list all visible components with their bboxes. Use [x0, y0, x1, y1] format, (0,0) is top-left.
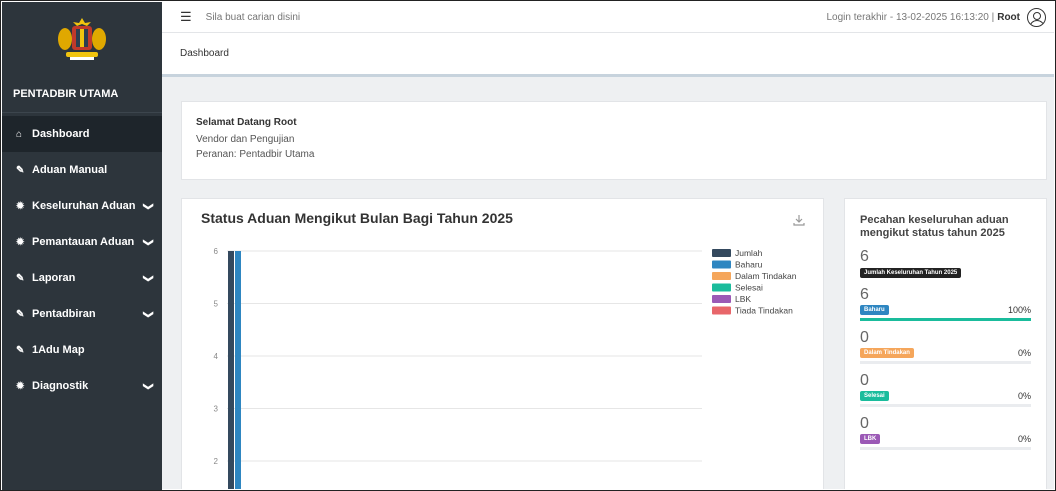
user-icon[interactable]	[1027, 7, 1046, 27]
progress-bar	[860, 447, 1031, 450]
legend-swatch	[712, 295, 731, 303]
sidebar: PENTADBIR UTAMA ⌂ Dashboard ✎ Aduan Manual ✹…	[2, 2, 162, 490]
sidebar-item-keseluruhan-aduan[interactable]: ✹ Keseluruhan Aduan ❯	[2, 188, 162, 224]
status-percent: 0%	[1017, 434, 1031, 444]
status-breakdown-title: Pecahan keseluruhan aduan mengikut statu…	[860, 214, 1009, 239]
top-bar: ☰ Login terakhir - 13-02-2025 16:13:20 |…	[162, 2, 1054, 33]
status-percent: 0%	[1017, 391, 1031, 401]
sidebar-item-label: Pemantauan Aduan	[32, 236, 135, 248]
status-count: 0	[860, 372, 869, 389]
legend-label: LBK	[735, 294, 751, 304]
sidebar-item-label: Laporan	[32, 272, 76, 284]
progress-bar	[860, 318, 1031, 321]
status-item: 6 Baharu 100%	[860, 287, 1046, 321]
legend-swatch	[712, 249, 731, 257]
chevron-down-icon[interactable]: ❯	[142, 382, 153, 390]
sidebar-item-pentadbiran[interactable]: ✎ Pentadbiran ❯	[2, 296, 162, 332]
sidebar-item-label: Keseluruhan Aduan	[32, 200, 136, 212]
gear-icon: ✹	[16, 200, 25, 212]
sidebar-item-dashboard[interactable]: ⌂ Dashboard	[2, 116, 162, 152]
app-window: PENTADBIR UTAMA ⌂ Dashboard ✎ Aduan Manual ✹…	[0, 0, 1056, 491]
edit-icon: ✎	[16, 272, 25, 284]
legend-swatch	[712, 283, 731, 292]
sidebar-item-label: Aduan Manual	[32, 164, 108, 176]
legend-swatch	[712, 306, 731, 315]
welcome-card: Selamat Datang Root Vendor dan Pengujian…	[181, 101, 1047, 180]
legend-label: Baharu	[735, 260, 763, 270]
legend-label: Dalam Tindakan	[735, 271, 797, 281]
last-login-text: Login terakhir - 13-02-2025 16:13:20 |	[826, 11, 995, 23]
chevron-down-icon[interactable]: ❯	[142, 310, 153, 318]
status-percent: 100%	[1007, 305, 1031, 315]
breadcrumb: Dashboard	[162, 33, 1054, 77]
coat-of-arms-logo	[58, 17, 106, 60]
status-badge: Selesai	[860, 391, 889, 401]
progress-fill	[860, 318, 1031, 321]
welcome-org: Vendor dan Pengujian	[196, 134, 295, 145]
status-breakdown-card: Pecahan keseluruhan aduan mengikut statu…	[844, 198, 1047, 489]
sidebar-item-laporan[interactable]: ✎ Laporan ❯	[2, 260, 162, 296]
y-tick-label: 2	[214, 457, 219, 466]
status-badge: Baharu	[860, 305, 889, 315]
sidebar-item-label: Dashboard	[32, 128, 90, 140]
y-tick-label: 6	[214, 247, 219, 256]
sidebar-item-label: Pentadbiran	[32, 308, 96, 320]
total-badge: Jumlah Keseluruhan Tahun 2025	[860, 268, 962, 278]
main-content: ☰ Login terakhir - 13-02-2025 16:13:20 |…	[162, 2, 1054, 489]
edit-icon: ✎	[16, 164, 25, 176]
welcome-title: Selamat Datang Root	[196, 117, 297, 128]
menu-toggle-icon[interactable]: ☰	[180, 9, 192, 25]
status-count: 0	[860, 415, 869, 432]
legend-swatch	[712, 272, 731, 280]
username: Root	[997, 11, 1020, 23]
welcome-role: Peranan: Pentadbir Utama	[196, 149, 315, 160]
y-tick-label: 3	[214, 405, 219, 414]
chevron-down-icon[interactable]: ❯	[142, 238, 153, 246]
sidebar-item-pemantauan-aduan[interactable]: ✹ Pemantauan Aduan ❯	[2, 224, 162, 260]
edit-icon: ✎	[16, 344, 25, 356]
gear-icon: ✹	[16, 380, 25, 392]
legend-label: Tiada Tindakan	[735, 306, 793, 316]
bar-chart: 2 3 4 5 6 Jumlah BaharuDalam Tindakan SelesaiLB…	[214, 247, 797, 489]
chevron-down-icon[interactable]: ❯	[142, 274, 153, 282]
status-count: 6	[860, 286, 869, 303]
role-label: PENTADBIR UTAMA	[2, 75, 162, 113]
chevron-down-icon[interactable]: ❯	[142, 202, 153, 210]
login-info: Login terakhir - 13-02-2025 16:13:20 | R…	[826, 7, 1046, 27]
status-item: 0 Selesai 0%	[860, 373, 1046, 407]
logo	[2, 2, 162, 75]
status-count: 0	[860, 329, 869, 346]
status-badge: LBK	[860, 434, 881, 444]
total-value: 6	[860, 248, 869, 265]
sidebar-item-aduan-manual[interactable]: ✎ Aduan Manual	[2, 152, 162, 188]
bar-jumlah	[228, 251, 234, 489]
y-tick-label: 4	[214, 352, 219, 361]
breadcrumb-item[interactable]: Dashboard	[180, 48, 229, 59]
y-tick-label: 5	[214, 300, 219, 309]
gear-icon: ✹	[16, 236, 25, 248]
chart-card: Status Aduan Mengikut Bulan Bagi Tahun 2…	[181, 198, 824, 489]
sidebar-item-diagnostik[interactable]: ✹ Diagnostik ❯	[2, 368, 162, 404]
status-badge: Dalam Tindakan	[860, 348, 914, 358]
status-percent: 0%	[1017, 348, 1031, 358]
status-item: 0 LBK 0%	[860, 416, 1046, 450]
legend-label: Jumlah	[735, 248, 763, 258]
search-input[interactable]	[205, 11, 506, 23]
legend-swatch	[712, 260, 731, 269]
status-item: 0 Dalam Tindakan 0%	[860, 330, 1046, 364]
legend-label: Selesai	[735, 283, 763, 293]
home-icon: ⌂	[16, 128, 23, 140]
progress-bar	[860, 404, 1031, 407]
progress-bar	[860, 361, 1031, 364]
edit-icon: ✎	[16, 308, 25, 320]
sidebar-item-1adu-map[interactable]: ✎ 1Adu Map	[2, 332, 162, 368]
bar-baharu	[235, 251, 241, 489]
sidebar-item-label: Diagnostik	[32, 380, 89, 392]
sidebar-item-label: 1Adu Map	[32, 344, 85, 356]
